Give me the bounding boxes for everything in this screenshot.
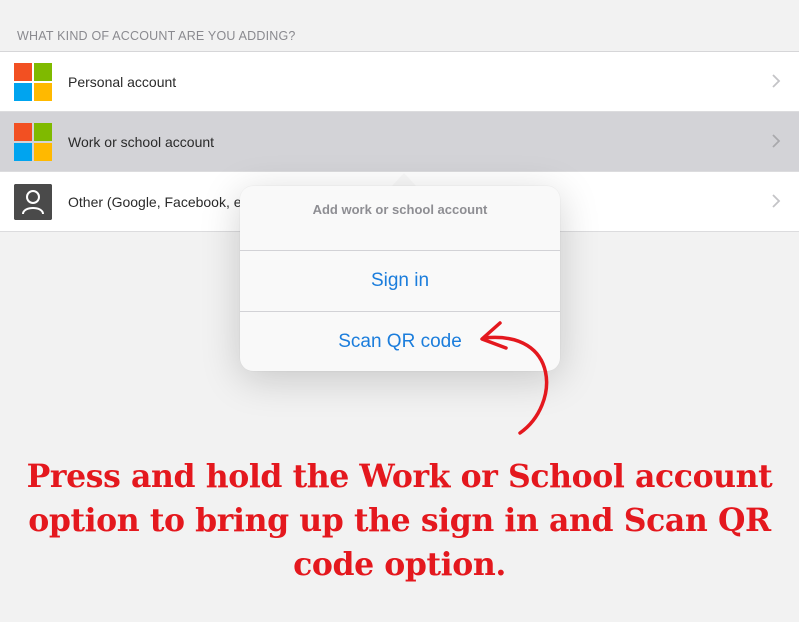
personal-account-label: Personal account bbox=[68, 74, 177, 90]
chevron-right-icon bbox=[772, 194, 781, 208]
chevron-right-icon bbox=[772, 74, 781, 88]
scan-qr-code-button[interactable]: Scan QR code bbox=[240, 312, 560, 372]
popover-arrow bbox=[392, 173, 416, 186]
work-school-account-row[interactable]: Work or school account bbox=[0, 112, 799, 172]
microsoft-logo-icon bbox=[14, 63, 52, 101]
personal-account-row[interactable]: Personal account bbox=[0, 52, 799, 112]
caption-line: Press and hold the Work or School accoun… bbox=[26, 458, 773, 495]
popover-title: Add work or school account bbox=[312, 202, 488, 217]
instruction-caption: Press and hold the Work or School accoun… bbox=[0, 455, 799, 587]
microsoft-logo-icon bbox=[14, 123, 52, 161]
sign-in-button[interactable]: Sign in bbox=[240, 251, 560, 311]
work-school-account-label: Work or school account bbox=[68, 134, 215, 150]
add-account-popover: Add work or school account Sign in Scan … bbox=[240, 186, 560, 371]
caption-line: code option. bbox=[293, 546, 506, 583]
person-icon bbox=[14, 184, 52, 220]
section-header: WHAT KIND OF ACCOUNT ARE YOU ADDING? bbox=[17, 29, 296, 43]
caption-line: option to bring up the sign in and Scan … bbox=[28, 502, 771, 539]
other-account-label: Other (Google, Facebook, e bbox=[68, 194, 242, 210]
chevron-right-icon bbox=[772, 134, 781, 148]
